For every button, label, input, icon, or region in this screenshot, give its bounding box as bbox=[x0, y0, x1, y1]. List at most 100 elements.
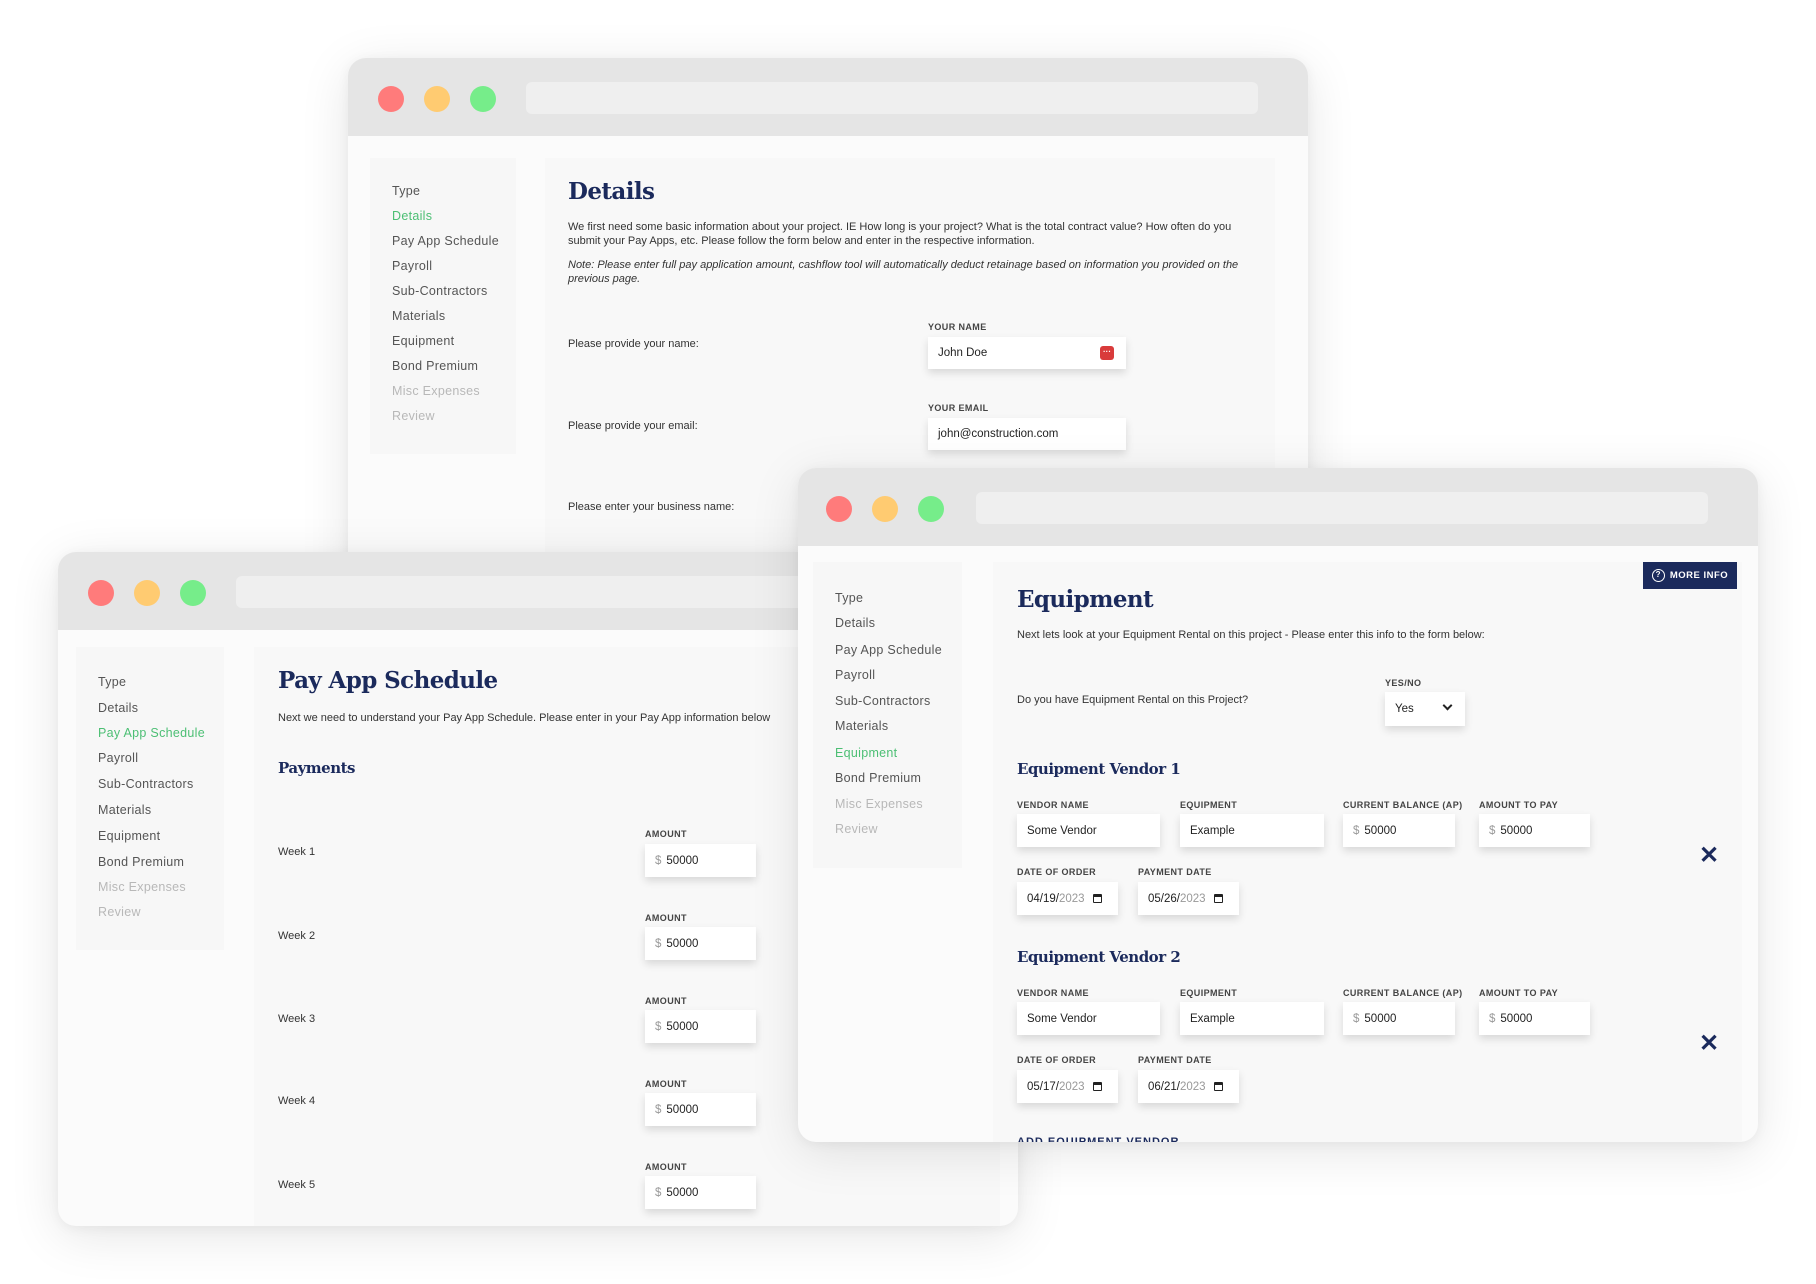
sidebar-item-misc-expenses[interactable]: Misc Expenses bbox=[98, 880, 186, 894]
week-amount-input[interactable]: $ 50000 bbox=[645, 844, 756, 877]
rental-yes-no-select[interactable]: Yes bbox=[1385, 692, 1465, 726]
sidebar-item-pay-app-schedule[interactable]: Pay App Schedule bbox=[835, 643, 942, 657]
sidebar-item-review[interactable]: Review bbox=[835, 822, 878, 836]
payment-date-input[interactable]: 05/26/2023 bbox=[1138, 882, 1239, 915]
amount-value: 50000 bbox=[666, 937, 699, 950]
sidebar-item-equipment[interactable]: Equipment bbox=[392, 334, 454, 348]
date-of-order-label: DATE OF ORDER bbox=[1017, 1055, 1097, 1065]
date-month-day: 06/21/ bbox=[1148, 1080, 1180, 1093]
sidebar-item-review[interactable]: Review bbox=[392, 409, 435, 423]
week-amount-input[interactable]: $ 50000 bbox=[645, 1176, 756, 1209]
sidebar-item-sub-contractors[interactable]: Sub-Contractors bbox=[835, 694, 931, 708]
sidebar-item-bond-premium[interactable]: Bond Premium bbox=[835, 771, 921, 785]
sidebar-item-bond-premium[interactable]: Bond Premium bbox=[98, 855, 184, 869]
vendor-name-input[interactable]: Some Vendor bbox=[1017, 814, 1160, 847]
currency-symbol: $ bbox=[1489, 824, 1496, 837]
week-label: Week 3 bbox=[278, 1013, 316, 1025]
sidebar-item-misc-expenses[interactable]: Misc Expenses bbox=[835, 797, 923, 811]
equipment-window: Type Details Pay App Schedule Payroll Su… bbox=[798, 468, 1758, 1142]
currency-symbol: $ bbox=[1353, 1012, 1360, 1025]
sidebar-item-pay-app-schedule[interactable]: Pay App Schedule bbox=[392, 234, 499, 248]
step-sidebar: Type Details Pay App Schedule Payroll Su… bbox=[76, 647, 224, 950]
vendor-name-value: Some Vendor bbox=[1027, 1012, 1097, 1025]
sidebar-item-review[interactable]: Review bbox=[98, 905, 141, 919]
vendor-heading: Equipment Vendor 2 bbox=[1017, 948, 1181, 966]
sidebar-item-payroll[interactable]: Payroll bbox=[392, 259, 432, 273]
address-bar[interactable] bbox=[526, 82, 1258, 114]
currency-symbol: $ bbox=[1489, 1012, 1496, 1025]
calendar-icon[interactable] bbox=[1213, 1082, 1223, 1091]
rental-question: Do you have Equipment Rental on this Pro… bbox=[1017, 694, 1249, 706]
maximize-window-button[interactable] bbox=[180, 580, 206, 606]
close-window-button[interactable] bbox=[378, 86, 404, 112]
name-field-label: YOUR NAME bbox=[928, 322, 987, 332]
amount-value: 50000 bbox=[666, 1186, 699, 1199]
equipment-input[interactable]: Example bbox=[1180, 814, 1324, 847]
sidebar-item-materials[interactable]: Materials bbox=[392, 309, 445, 323]
week-amount-input[interactable]: $ 50000 bbox=[645, 1093, 756, 1126]
sidebar-item-bond-premium[interactable]: Bond Premium bbox=[392, 359, 478, 373]
week-label: Week 5 bbox=[278, 1179, 316, 1191]
email-value: john@construction.com bbox=[938, 428, 1059, 440]
date-of-order-input[interactable]: 05/17/2023 bbox=[1017, 1070, 1118, 1103]
sidebar-item-misc-expenses[interactable]: Misc Expenses bbox=[392, 384, 480, 398]
equipment-input[interactable]: Example bbox=[1180, 1002, 1324, 1035]
sidebar-item-details[interactable]: Details bbox=[392, 209, 432, 223]
close-window-button[interactable] bbox=[826, 496, 852, 522]
sidebar-item-payroll[interactable]: Payroll bbox=[835, 668, 875, 682]
vendor-name-input[interactable]: Some Vendor bbox=[1017, 1002, 1160, 1035]
week-amount-input[interactable]: $ 50000 bbox=[645, 1010, 756, 1043]
amount-label: AMOUNT bbox=[645, 996, 687, 1006]
business-name-question: Please enter your business name: bbox=[568, 501, 735, 513]
sidebar-item-sub-contractors[interactable]: Sub-Contractors bbox=[392, 284, 488, 298]
current-balance-input[interactable]: $ 50000 bbox=[1343, 814, 1455, 847]
sidebar-item-pay-app-schedule[interactable]: Pay App Schedule bbox=[98, 726, 205, 740]
sidebar-item-materials[interactable]: Materials bbox=[98, 803, 151, 817]
more-info-button[interactable]: ? MORE INFO bbox=[1643, 562, 1737, 589]
amount-to-pay-label: AMOUNT TO PAY bbox=[1479, 800, 1559, 810]
date-month-day: 05/26/ bbox=[1148, 892, 1180, 905]
sidebar-item-type[interactable]: Type bbox=[98, 675, 126, 689]
sidebar-item-type[interactable]: Type bbox=[392, 184, 420, 198]
sidebar-item-details[interactable]: Details bbox=[835, 616, 875, 630]
equipment-value: Example bbox=[1190, 824, 1235, 837]
sidebar-item-payroll[interactable]: Payroll bbox=[98, 751, 138, 765]
step-sidebar: Type Details Pay App Schedule Payroll Su… bbox=[370, 158, 516, 454]
amount-value: 50000 bbox=[666, 1103, 699, 1116]
amount-to-pay-input[interactable]: $ 50000 bbox=[1479, 1002, 1590, 1035]
sidebar-item-equipment[interactable]: Equipment bbox=[835, 746, 897, 760]
close-window-button[interactable] bbox=[88, 580, 114, 606]
name-field[interactable]: John Doe ··· bbox=[928, 337, 1126, 369]
payment-date-label: PAYMENT DATE bbox=[1138, 867, 1212, 877]
maximize-window-button[interactable] bbox=[470, 86, 496, 112]
amount-label: AMOUNT bbox=[645, 829, 687, 839]
address-bar[interactable] bbox=[976, 492, 1708, 524]
maximize-window-button[interactable] bbox=[918, 496, 944, 522]
current-balance-input[interactable]: $ 50000 bbox=[1343, 1002, 1455, 1035]
sidebar-item-type[interactable]: Type bbox=[835, 591, 863, 605]
email-field[interactable]: john@construction.com bbox=[928, 418, 1126, 450]
sidebar-item-details[interactable]: Details bbox=[98, 701, 138, 715]
payment-date-input[interactable]: 06/21/2023 bbox=[1138, 1070, 1239, 1103]
minimize-window-button[interactable] bbox=[424, 86, 450, 112]
chevron-down-icon bbox=[1442, 700, 1453, 711]
amount-to-pay-input[interactable]: $ 50000 bbox=[1479, 814, 1590, 847]
sidebar-item-sub-contractors[interactable]: Sub-Contractors bbox=[98, 777, 194, 791]
add-equipment-vendor-link[interactable]: ADD EQUIPMENT VENDOR bbox=[1017, 1136, 1179, 1142]
minimize-window-button[interactable] bbox=[134, 580, 160, 606]
calendar-icon[interactable] bbox=[1092, 894, 1102, 903]
sidebar-item-equipment[interactable]: Equipment bbox=[98, 829, 160, 843]
date-year: 2023 bbox=[1058, 1080, 1085, 1093]
calendar-icon[interactable] bbox=[1092, 1082, 1102, 1091]
select-value: Yes bbox=[1395, 703, 1414, 715]
calendar-icon[interactable] bbox=[1213, 894, 1223, 903]
minimize-window-button[interactable] bbox=[872, 496, 898, 522]
remove-vendor-close-icon[interactable]: ✕ bbox=[1699, 1032, 1719, 1056]
payment-date-label: PAYMENT DATE bbox=[1138, 1055, 1212, 1065]
sidebar-item-materials[interactable]: Materials bbox=[835, 719, 888, 733]
name-question: Please provide your name: bbox=[568, 338, 699, 350]
week-amount-input[interactable]: $ 50000 bbox=[645, 927, 756, 960]
password-manager-icon[interactable]: ··· bbox=[1100, 346, 1114, 360]
remove-vendor-close-icon[interactable]: ✕ bbox=[1699, 844, 1719, 868]
date-of-order-input[interactable]: 04/19/2023 bbox=[1017, 882, 1118, 915]
